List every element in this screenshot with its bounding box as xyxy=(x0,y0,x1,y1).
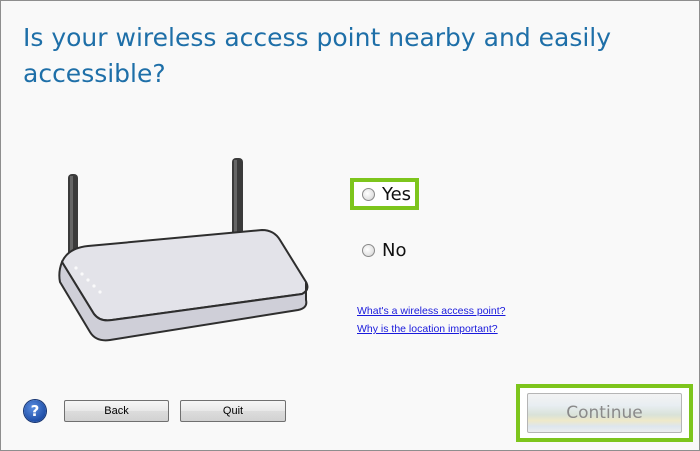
what-is-access-point-link[interactable]: What's a wireless access point? xyxy=(357,305,505,317)
yes-radio-option[interactable]: Yes xyxy=(362,184,411,205)
antenna-right xyxy=(232,158,243,240)
back-button[interactable]: Back xyxy=(64,400,169,422)
page-title: Is your wireless access point nearby and… xyxy=(23,23,612,88)
no-radio-button[interactable] xyxy=(362,244,375,257)
yes-label: Yes xyxy=(382,184,412,205)
why-location-important-link[interactable]: Why is the location important? xyxy=(357,323,498,335)
no-radio-option[interactable]: No xyxy=(362,240,406,261)
quit-button[interactable]: Quit xyxy=(180,400,286,422)
yes-radio-button[interactable] xyxy=(362,188,375,201)
help-icon[interactable]: ? xyxy=(24,400,46,422)
antenna-left xyxy=(68,174,78,258)
continue-button[interactable]: Continue xyxy=(527,393,682,433)
no-label: No xyxy=(382,240,407,261)
wireless-router-illustration xyxy=(58,158,309,342)
